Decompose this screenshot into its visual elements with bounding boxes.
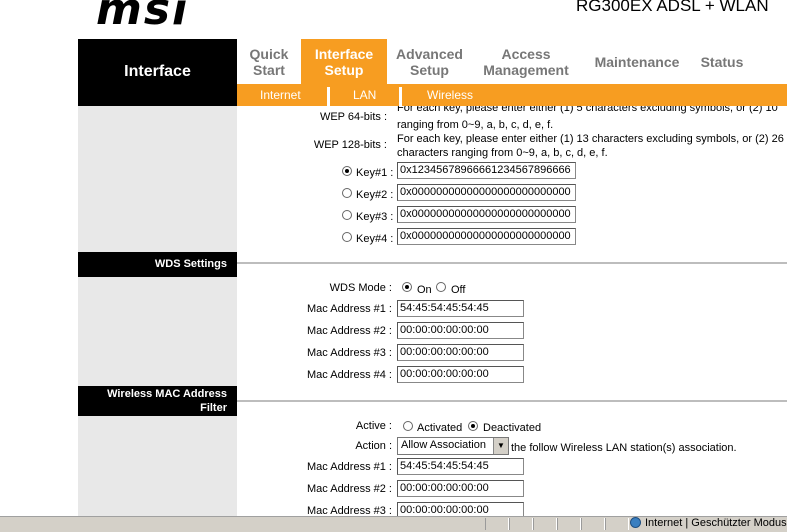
wep64-label: WEP 64-bits :	[319, 111, 387, 123]
key4-label: Key#4 :	[356, 233, 394, 245]
nav-interface-setup[interactable]: Interface Setup	[301, 39, 387, 84]
status-cell	[557, 518, 581, 530]
nav-label: Advanced	[396, 45, 463, 62]
wds-mac4-label: Mac Address #4 :	[307, 369, 392, 381]
sub-nav: Internet LAN Wireless	[237, 84, 787, 106]
nav-label: Interface	[314, 45, 374, 62]
section-divider	[237, 262, 787, 264]
key3-input[interactable]: 0x00000000000000000000000000	[397, 206, 576, 223]
wds-mac4-input[interactable]: 00:00:00:00:00:00	[397, 366, 524, 383]
wds-mac3-label: Mac Address #3 :	[307, 347, 392, 359]
zone-text: Internet | Geschützter Modus	[645, 517, 787, 529]
wds-on-radio[interactable]	[402, 282, 412, 292]
filter-mac2-input[interactable]: 00:00:00:00:00:00	[397, 480, 524, 497]
nav-maintenance[interactable]: Maintenance	[580, 39, 694, 84]
status-cell	[509, 518, 533, 530]
key4-input[interactable]: 0x00000000000000000000000000	[397, 228, 576, 245]
activated-label: Activated	[417, 422, 463, 434]
wds-mode-label: WDS Mode :	[329, 282, 392, 294]
security-zone[interactable]: Internet | Geschützter Modus	[630, 517, 787, 529]
subnav-separator	[327, 87, 330, 106]
model-name: RG300EX ADSL + WLAN	[576, 0, 769, 15]
deactivated-radio[interactable]	[468, 421, 478, 431]
nav-access-management[interactable]: Access Management	[472, 39, 580, 84]
key2-label: Key#2 :	[356, 189, 394, 201]
chevron-down-icon[interactable]: ▼	[493, 438, 508, 454]
mac-filter-section-header: Wireless MAC Address Filter	[78, 386, 237, 416]
nav-label: Start	[253, 61, 285, 78]
key1-radio[interactable]	[342, 166, 352, 176]
nav-label: Maintenance	[594, 53, 680, 70]
activated-radio[interactable]	[403, 421, 413, 431]
status-cell	[533, 518, 557, 530]
action-label: Action :	[355, 440, 392, 452]
subnav-wireless[interactable]: Wireless	[427, 84, 473, 106]
wds-section-header: WDS Settings	[78, 252, 237, 277]
section-divider	[237, 400, 787, 402]
wds-mac2-input[interactable]: 00:00:00:00:00:00	[397, 322, 524, 339]
nav-advanced-setup[interactable]: Advanced Setup	[387, 39, 472, 84]
nav-label: Status	[700, 53, 744, 70]
status-cell	[581, 518, 605, 530]
wep128-label: WEP 128-bits :	[313, 139, 387, 151]
filter-mac1-input[interactable]: 54:45:54:45:54:45	[397, 458, 524, 475]
main-nav: Quick Start Interface Setup Advanced Setup …	[237, 39, 787, 84]
wds-mac2-label: Mac Address #2 :	[307, 325, 392, 337]
key1-input[interactable]: 0x12345678966661234567896666	[397, 162, 576, 179]
action-suffix: the follow Wireless LAN station(s) assoc…	[511, 442, 737, 454]
wep64-help: For each key, please enter either (1) 5 …	[397, 106, 778, 114]
wds-off-radio[interactable]	[436, 282, 446, 292]
active-label: Active :	[355, 420, 392, 432]
nav-label: Setup	[410, 61, 449, 78]
wds-mac1-input[interactable]: 54:45:54:45:54:45	[397, 300, 524, 317]
nav-quick-start[interactable]: Quick Start	[237, 39, 301, 84]
nav-label: Access	[501, 45, 551, 62]
wds-mac1-label: Mac Address #1 :	[307, 303, 392, 315]
nav-label: Quick	[249, 45, 289, 62]
wds-off-label: Off	[451, 284, 466, 296]
nav-section-panel: Interface	[78, 39, 237, 106]
nav-status[interactable]: Status	[694, 39, 750, 84]
wds-mac3-input[interactable]: 00:00:00:00:00:00	[397, 344, 524, 361]
wds-on-label: On	[417, 284, 432, 296]
globe-icon	[630, 517, 641, 528]
key2-input[interactable]: 0x00000000000000000000000000	[397, 184, 576, 201]
key4-radio[interactable]	[342, 232, 352, 242]
subnav-separator	[399, 87, 402, 106]
msi-logo: msi	[96, 0, 190, 35]
wep128-help-line2: characters ranging from 0~9, a, b, c, d,…	[397, 147, 608, 159]
browser-status-bar: Internet | Geschützter Modus	[0, 516, 787, 532]
key3-label: Key#3 :	[356, 211, 394, 223]
subnav-lan[interactable]: LAN	[353, 84, 376, 106]
wep128-help-line1: For each key, please enter either (1) 13…	[397, 133, 784, 145]
filter-mac2-label: Mac Address #2 :	[307, 483, 392, 495]
left-column	[78, 106, 237, 516]
action-select[interactable]: Allow Association ▼	[397, 437, 509, 455]
mac-filter-title-line1: Wireless MAC Address	[107, 388, 227, 400]
wep64-help-cont: ranging from 0~9, a, b, c, d, e, f.	[397, 119, 554, 131]
key2-radio[interactable]	[342, 188, 352, 198]
action-select-value: Allow Association	[401, 439, 486, 451]
status-cell	[485, 518, 509, 530]
status-cell	[605, 518, 629, 530]
filter-mac1-label: Mac Address #1 :	[307, 461, 392, 473]
nav-section-title: Interface	[124, 63, 191, 80]
mac-filter-title-line2: Filter	[200, 402, 227, 414]
nav-label: Management	[483, 61, 569, 78]
subnav-internet[interactable]: Internet	[260, 84, 301, 106]
deactivated-label: Deactivated	[483, 422, 542, 434]
key1-label: Key#1 :	[356, 167, 394, 179]
nav-label: Setup	[324, 61, 364, 78]
key3-radio[interactable]	[342, 210, 352, 220]
